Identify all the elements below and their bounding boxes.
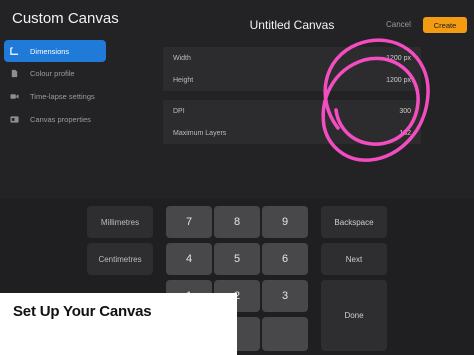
key-8[interactable]: 8	[214, 206, 260, 238]
sidebar-item-label: Dimensions	[30, 46, 70, 56]
sidebar: Custom Canvas Dimensions Colour profile …	[0, 0, 119, 199]
key-9[interactable]: 9	[262, 206, 308, 238]
key-3[interactable]: 3	[262, 280, 308, 312]
caption-title: Set Up Your Canvas	[13, 303, 152, 320]
key-7[interactable]: 7	[166, 206, 212, 238]
key-blank[interactable]	[262, 317, 308, 351]
next-button[interactable]: Next	[321, 243, 387, 275]
sidebar-item-label: Colour profile	[30, 68, 75, 78]
field-label: DPI	[173, 107, 185, 115]
centimetres-button[interactable]: Centimetres	[87, 243, 153, 275]
millimetres-button[interactable]: Millimetres	[87, 206, 153, 238]
field-label: Height	[173, 76, 194, 84]
dimensions-icon	[10, 46, 19, 56]
done-button[interactable]: Done	[321, 280, 387, 351]
sidebar-item-colour-profile[interactable]: Colour profile	[4, 62, 106, 84]
sidebar-item-canvas-properties[interactable]: Canvas properties	[4, 108, 106, 130]
sidebar-title: Custom Canvas	[12, 10, 119, 27]
sidebar-item-dimensions[interactable]: Dimensions	[4, 40, 106, 62]
key-4[interactable]: 4	[166, 243, 212, 275]
field-label: Maximum Layers	[173, 129, 227, 137]
sidebar-item-time-lapse-settings[interactable]: Time-lapse settings	[4, 85, 106, 107]
settings-panel: Custom Canvas Dimensions Colour profile …	[0, 0, 474, 199]
key-6[interactable]: 6	[262, 243, 308, 275]
backspace-button[interactable]: Backspace	[321, 206, 387, 238]
camera-icon	[10, 92, 19, 101]
canvas-properties-icon	[10, 115, 19, 124]
caption-card: Set Up Your Canvas	[0, 293, 237, 355]
colour-profile-icon	[10, 69, 19, 78]
key-5[interactable]: 5	[214, 243, 260, 275]
sidebar-item-label: Canvas properties	[30, 114, 91, 124]
field-label: Width	[173, 54, 191, 62]
sidebar-item-label: Time-lapse settings	[30, 91, 95, 101]
annotation-circle	[321, 38, 430, 162]
